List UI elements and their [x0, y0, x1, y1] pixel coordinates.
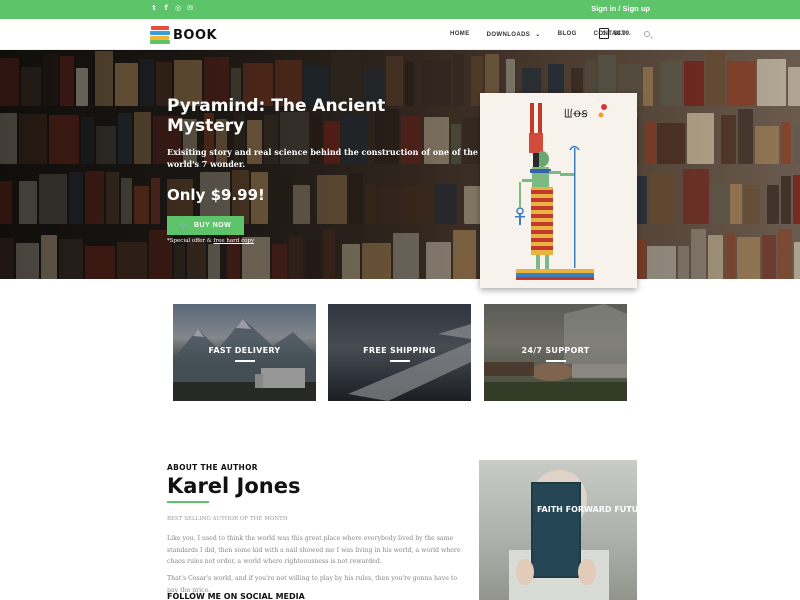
nav-home[interactable]: HOME	[450, 31, 470, 38]
author-photo: FAITH FORWARD FUTURE	[479, 460, 637, 600]
cart-icon: 🛒	[179, 222, 189, 230]
feature-label: FREE SHIPPING	[363, 346, 436, 355]
facebook-icon[interactable]: f	[162, 4, 170, 13]
top-bar: t f ◎ ✉ Sign in / Sign up	[0, 0, 800, 19]
cart-bag-icon: 1	[599, 28, 609, 39]
about-eyebrow: ABOUT THE AUTHOR	[167, 463, 258, 472]
logo[interactable]: BOOK	[150, 26, 217, 44]
search-icon[interactable]	[644, 31, 650, 37]
free-hard-copy-link[interactable]: free hard copy	[213, 238, 254, 244]
nav-downloads-label: DOWNLOADS	[486, 32, 531, 38]
twitter-icon[interactable]: t	[150, 4, 158, 13]
buy-now-button[interactable]: 🛒 BUY NOW	[167, 216, 244, 235]
cart-button[interactable]: 1 $4.99.	[599, 28, 631, 39]
cart-total: $4.99.	[614, 30, 631, 37]
special-offer-note: *Special offer & free hard copy	[167, 238, 254, 244]
about-paragraph: Like you, I used to think the world was …	[167, 535, 461, 565]
follow-heading: FOLLOW ME ON SOCIAL MEDIA	[167, 592, 305, 600]
social-links: t f ◎ ✉	[150, 4, 194, 13]
offer-note-text: *Special offer &	[167, 238, 214, 244]
feature-label: FAST DELIVERY	[208, 346, 281, 355]
hieroglyph-text: ꡆꝋꞩ	[564, 106, 588, 120]
feature-divider	[235, 360, 255, 362]
book-cover-image: ꡆꝋꞩ	[480, 93, 637, 288]
nav-downloads[interactable]: DOWNLOADS ⌄	[487, 31, 541, 38]
photo-book-title: FAITH FORWARD FUTURE	[537, 505, 637, 514]
logo-text: BOOK	[173, 27, 218, 43]
instagram-icon[interactable]: ◎	[174, 4, 182, 13]
dress-stripes	[531, 187, 553, 255]
author-holding-book-image: FAITH FORWARD FUTURE	[509, 470, 637, 600]
author-subtitle: BEST SELLING AUTHOR OF THE MONTH	[167, 516, 288, 522]
feature-divider	[546, 360, 566, 362]
feature-card-support[interactable]: 24/7 SUPPORT	[484, 304, 627, 401]
chevron-down-icon: ⌄	[535, 32, 541, 38]
feature-label: 24/7 SUPPORT	[521, 346, 590, 355]
hero-price: Only $9.99!	[167, 186, 265, 204]
books-logo-icon	[150, 26, 170, 44]
feature-card-fast-delivery[interactable]: FAST DELIVERY	[173, 304, 316, 401]
buy-now-label: BUY NOW	[194, 222, 232, 229]
feature-card-free-shipping[interactable]: FREE SHIPPING	[328, 304, 471, 401]
egyptian-deity-illustration: ꡆꝋꞩ	[515, 103, 607, 280]
site-header: BOOK HOME DOWNLOADS ⌄ BLOG CONTACT 1 $4.…	[0, 19, 800, 50]
mail-icon[interactable]: ✉	[186, 4, 194, 13]
signin-link[interactable]: Sign in / Sign up	[591, 4, 650, 13]
author-name-underline	[167, 501, 209, 503]
author-name: Karel Jones	[167, 474, 301, 498]
hero-description: Exisiting story and real science behind …	[167, 147, 478, 169]
feature-divider	[390, 360, 410, 362]
nav-blog[interactable]: BLOG	[558, 31, 577, 38]
hero-title: Pyramind: The Ancient Mystery	[167, 96, 386, 136]
